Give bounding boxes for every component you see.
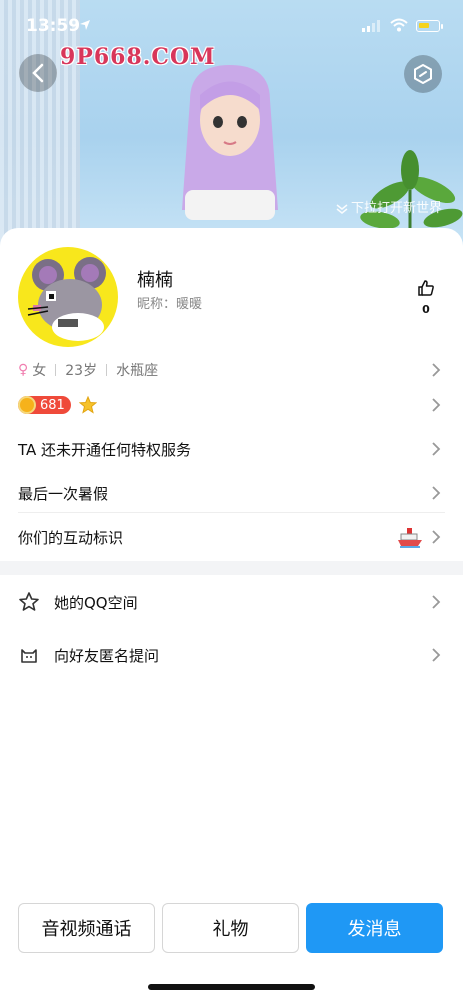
chevron-right-icon (432, 595, 441, 609)
coin-icon (18, 396, 36, 414)
home-indicator[interactable] (148, 984, 315, 990)
pull-hint[interactable]: 下拉打开新世界 (336, 197, 442, 216)
more-options-button[interactable] (404, 55, 442, 93)
video-call-button[interactable]: 音视频通话 (18, 903, 155, 953)
tag-gender: 女 (32, 363, 47, 379)
chevron-right-icon (432, 398, 441, 412)
ship-icon (398, 528, 422, 548)
tag-age: 23岁 (65, 363, 98, 379)
location-arrow-icon (80, 20, 90, 30)
like-count: 0 (422, 303, 430, 316)
last-summer-label: 最后一次暑假 (18, 484, 109, 503)
avatar[interactable] (18, 247, 118, 347)
pull-hint-label: 下拉打开新世界 (351, 201, 443, 216)
cover-3d-avatar (182, 65, 278, 220)
chevron-right-icon (432, 530, 441, 544)
interaction-row[interactable]: 你们的互动标识 (18, 524, 445, 550)
tag-zodiac: 水瓶座 (116, 363, 159, 379)
hexagon-icon (414, 64, 432, 84)
profile-nickname: 昵称：暖暖 (137, 297, 203, 312)
like-button[interactable]: 0 (413, 279, 439, 316)
status-bar: 13:59 (0, 0, 463, 46)
privilege-label: TA 还未开通任何特权服务 (18, 440, 192, 459)
privilege-row[interactable]: TA 还未开通任何特权服务 (18, 436, 445, 462)
cellular-signal-icon (362, 20, 380, 32)
send-message-button[interactable]: 发消息 (306, 903, 443, 953)
back-button[interactable] (19, 54, 57, 92)
level-row[interactable]: 681 (18, 393, 445, 417)
divider (18, 512, 445, 513)
gift-button[interactable]: 礼物 (162, 903, 299, 953)
battery-tip (441, 24, 443, 29)
mouse-avatar-image (27, 257, 106, 341)
thumbs-up-icon (418, 280, 434, 296)
double-chevron-down-icon (336, 203, 348, 214)
tag-separator (106, 364, 108, 376)
qzone-star-icon (18, 591, 40, 613)
level-badge: 681 (18, 396, 71, 414)
chevron-right-icon (432, 486, 441, 500)
qzone-label: 她的QQ空间 (54, 593, 138, 612)
cat-icon (18, 644, 40, 666)
profile-name: 楠楠 (137, 270, 173, 291)
profile-tags-row[interactable]: ♀ 女 23岁 水瓶座 (18, 358, 445, 382)
chevron-right-icon (432, 442, 441, 456)
section-gap (0, 561, 463, 575)
battery-icon (416, 20, 440, 32)
anonymous-question-label: 向好友匿名提问 (54, 646, 160, 665)
female-icon: ♀ (18, 362, 29, 378)
qzone-row[interactable]: 她的QQ空间 (18, 589, 445, 615)
watermark: 9P668.COM (60, 44, 216, 70)
chevron-right-icon (432, 648, 441, 662)
status-time: 13:59 (26, 16, 81, 36)
chevron-right-icon (432, 363, 441, 377)
chevron-left-icon (32, 63, 44, 83)
wifi-icon (390, 18, 408, 32)
interaction-label: 你们的互动标识 (18, 528, 124, 547)
anonymous-question-row[interactable]: 向好友匿名提问 (18, 642, 445, 668)
star-icon (78, 396, 97, 414)
level-value: 681 (40, 397, 65, 413)
tag-separator (55, 364, 57, 376)
last-summer-row[interactable]: 最后一次暑假 (18, 480, 445, 506)
